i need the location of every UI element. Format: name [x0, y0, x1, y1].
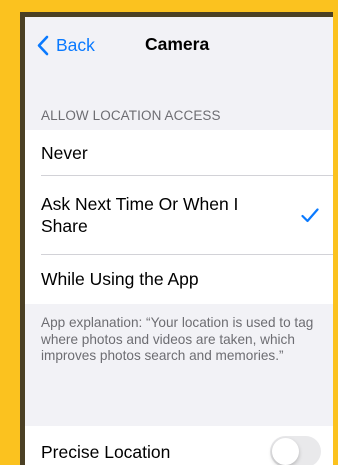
frame-top: [20, 0, 338, 12]
chevron-left-icon: [37, 35, 49, 56]
option-while-using[interactable]: While Using the App: [25, 255, 333, 304]
navigation-bar: Back Camera: [25, 17, 333, 75]
toggle-knob: [272, 438, 299, 465]
back-label: Back: [56, 34, 95, 55]
precise-location-toggle[interactable]: [270, 436, 321, 465]
page-title: Camera: [145, 34, 210, 54]
settings-screen: Back Camera ALLOW LOCATION ACCESS Never …: [20, 12, 333, 465]
location-access-options: Never Ask Next Time Or When I Share Whil…: [25, 130, 333, 304]
precise-location-row: Precise Location: [25, 426, 333, 465]
back-button[interactable]: Back: [37, 32, 95, 58]
frame-right: [333, 12, 338, 465]
option-ask-next-time[interactable]: Ask Next Time Or When I Share: [25, 176, 333, 254]
precise-location-label: Precise Location: [41, 442, 171, 462]
frame-left: [0, 0, 20, 465]
app-explanation-text: App explanation: “Your location is used …: [41, 315, 314, 363]
option-label: While Using the App: [41, 269, 199, 289]
option-label: Never: [41, 143, 88, 163]
option-never[interactable]: Never: [25, 130, 333, 175]
option-label: Ask Next Time Or When I Share: [41, 194, 239, 236]
checkmark-icon: [301, 208, 319, 228]
location-access-header: ALLOW LOCATION ACCESS: [41, 108, 221, 123]
